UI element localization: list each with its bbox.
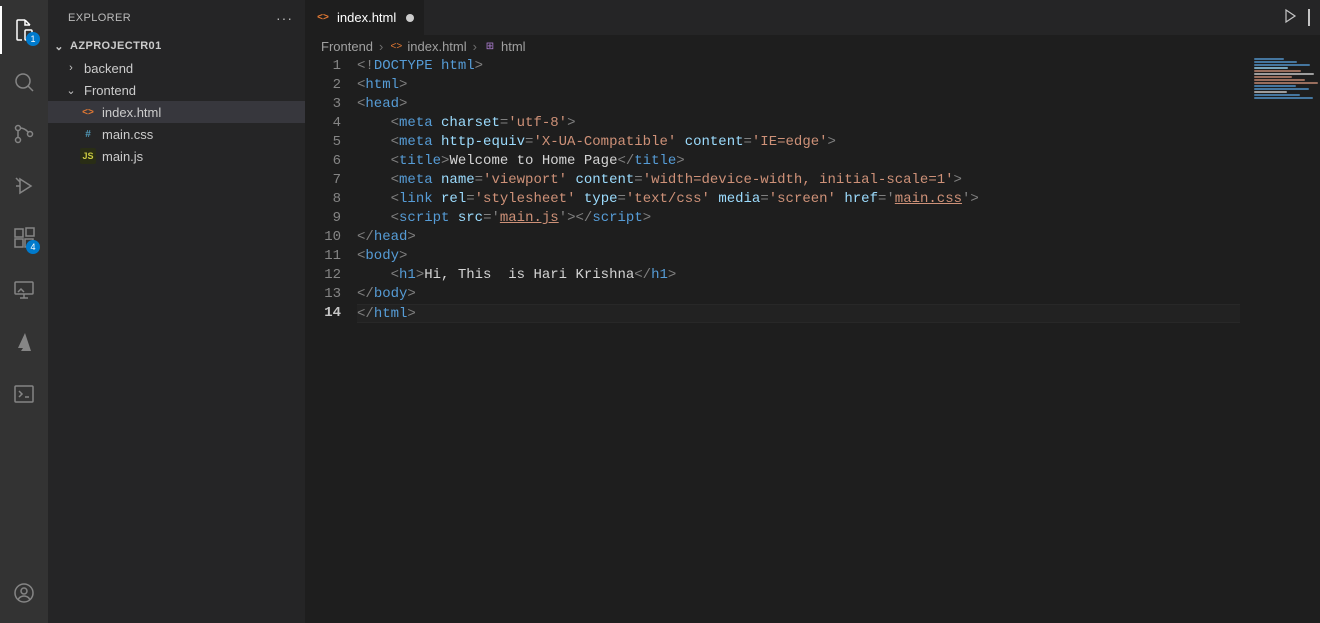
activity-azure[interactable] [0, 318, 48, 366]
line-number-gutter: 1234567891011121314 [305, 57, 357, 623]
chevron-right-icon: › [64, 62, 78, 74]
tree-label: main.js [102, 149, 143, 164]
activity-run-debug[interactable] [0, 162, 48, 210]
html-file-icon: <> [389, 39, 403, 53]
code-content[interactable]: <!DOCTYPE html><html><head> <meta charse… [357, 57, 1320, 623]
activity-extensions[interactable]: 4 [0, 214, 48, 262]
folder-frontend[interactable]: ⌄ Frontend [48, 79, 305, 101]
chevron-right-icon: › [473, 39, 477, 54]
breadcrumb-segment[interactable]: html [501, 39, 526, 54]
code-editor[interactable]: 1234567891011121314 <!DOCTYPE html><html… [305, 57, 1320, 623]
tree-label: index.html [102, 105, 161, 120]
file-main-js[interactable]: JS main.js [48, 145, 305, 167]
folder-backend[interactable]: › backend [48, 57, 305, 79]
breadcrumb-segment[interactable]: Frontend [321, 39, 373, 54]
run-icon[interactable] [1282, 8, 1298, 27]
html-file-icon [315, 10, 331, 26]
extensions-badge: 4 [26, 240, 40, 254]
editor-tabs: index.html [305, 0, 1320, 35]
breadcrumb-segment[interactable]: index.html [407, 39, 466, 54]
chevron-down-icon: ⌄ [64, 84, 78, 97]
explorer-badge: 1 [26, 32, 40, 46]
js-file-icon: JS [80, 148, 96, 164]
tree-label: backend [84, 61, 133, 76]
chevron-right-icon: › [379, 39, 383, 54]
symbol-struct-icon: ⊞ [483, 39, 497, 53]
tree-label: Frontend [84, 83, 136, 98]
explorer-more-icon[interactable]: ··· [276, 10, 293, 26]
activity-bar: 1 4 [0, 0, 48, 623]
activity-search[interactable] [0, 58, 48, 106]
tab-label: index.html [337, 10, 396, 25]
project-name: AZPROJECTR01 [70, 40, 162, 52]
activity-explorer[interactable]: 1 [0, 6, 48, 54]
html-file-icon [80, 104, 96, 120]
explorer-title: EXPLORER [68, 12, 131, 24]
editor-area: index.html Frontend › <> index.html › ⊞ html 1… [305, 0, 1320, 623]
tab-dirty-indicator [406, 14, 414, 22]
tab-index-html[interactable]: index.html [305, 0, 425, 35]
explorer-sidebar: EXPLORER ··· ⌄ AZPROJECTR01 › backend ⌄ Fro… [48, 0, 305, 623]
activity-terminal[interactable] [0, 370, 48, 418]
file-tree: › backend ⌄ Frontend index.html main.css JS mai… [48, 57, 305, 167]
project-root-row[interactable]: ⌄ AZPROJECTR01 [48, 35, 305, 57]
file-main-css[interactable]: main.css [48, 123, 305, 145]
css-file-icon [80, 126, 96, 142]
chevron-down-icon: ⌄ [52, 40, 66, 53]
file-index-html[interactable]: index.html [48, 101, 305, 123]
split-editor-icon[interactable] [1308, 10, 1310, 25]
breadcrumb[interactable]: Frontend › <> index.html › ⊞ html [305, 35, 1320, 57]
activity-remote[interactable] [0, 266, 48, 314]
activity-account[interactable] [0, 569, 48, 617]
tree-label: main.css [102, 127, 153, 142]
activity-source-control[interactable] [0, 110, 48, 158]
